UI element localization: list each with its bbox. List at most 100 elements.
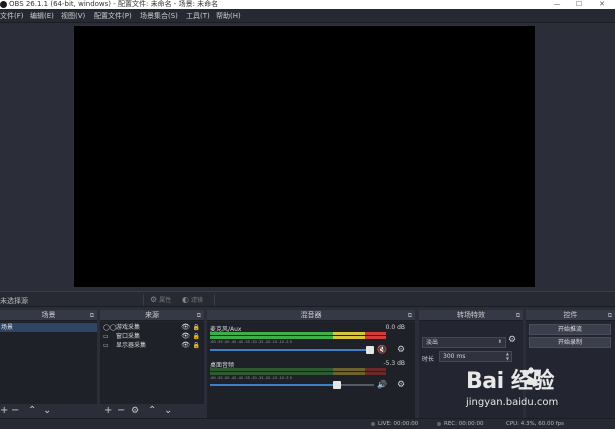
source-item-display-capture[interactable]: ▭ 显示器采集 👁 🔒 [100, 341, 204, 350]
lock-icon[interactable]: 🔒 [193, 332, 200, 341]
visibility-eye-icon[interactable]: 👁 [181, 341, 190, 350]
context-separator [143, 294, 144, 306]
menu-view[interactable]: 视图(V) [61, 11, 85, 21]
title-bar: OBS 26.1.1 (64-bit, windows) - 配置文件: 未命名… [0, 0, 615, 9]
dropdown-arrow-icon: ⬍ [497, 339, 502, 345]
sources-list: ◯◯ 游戏采集 👁 🔒 ▭ 窗口采集 👁 🔒 ▭ 显示器采集 👁 🔒 [100, 322, 204, 404]
menu-scene-collection[interactable]: 场景集合(S) [140, 11, 178, 21]
transition-select[interactable]: 淡出 ⬍ [422, 337, 506, 348]
move-source-up-button[interactable]: ⌃ [148, 405, 156, 417]
game-capture-icon: ◯◯ [103, 324, 117, 331]
gear-icon: ⚙ [150, 295, 158, 304]
mixer-title: 混音器 [300, 311, 322, 319]
add-scene-button[interactable]: + [0, 405, 8, 417]
context-separator [214, 294, 215, 306]
menu-file[interactable]: 文件(F) [0, 11, 24, 21]
source-label: 显示器采集 [116, 342, 147, 349]
rec-indicator-icon [437, 422, 441, 426]
transitions-dock-header: 转场特效 ⧉ [419, 310, 523, 321]
volume-slider[interactable] [210, 381, 374, 389]
audio-level-meter [210, 332, 386, 335]
scenes-dock: 场景 ⧉ 场景 + − ⌃ ⌄ [0, 310, 97, 418]
filters-button[interactable]: ◐ 滤镜 [182, 295, 203, 304]
mixer-channel-db: 0.0 dB [385, 324, 405, 331]
controls-title: 控件 [563, 311, 578, 319]
source-item-window-capture[interactable]: ▭ 窗口采集 👁 🔒 [100, 332, 204, 341]
start-streaming-button[interactable]: 开始推流 [529, 324, 611, 335]
rec-time: REC: 00:00:00 [444, 421, 484, 427]
volume-slider-knob[interactable] [366, 346, 374, 354]
source-item-game-capture[interactable]: ◯◯ 游戏采集 👁 🔒 [100, 323, 204, 332]
mixer-channel-db: -5.3 dB [383, 360, 405, 367]
speaker-icon[interactable]: 🔊 [377, 381, 387, 389]
meter-scale: -60 -55 -50 -45 -40 -35 -30 -25 -20 -15 … [210, 376, 292, 380]
menu-bar: 文件(F) 编辑(E) 视图(V) 配置文件(P) 场景集合(S) 工具(T) … [0, 9, 615, 23]
undock-icon[interactable]: ⧉ [608, 310, 612, 321]
audio-level-fill [210, 336, 386, 339]
move-scene-up-button[interactable]: ⌃ [28, 405, 36, 417]
mixer-dock-header: 混音器 ⧉ [207, 310, 415, 321]
menu-tools[interactable]: 工具(T) [186, 11, 210, 21]
sources-title: 来源 [145, 311, 159, 319]
properties-button[interactable]: ⚙ 属性 [150, 295, 171, 304]
undock-icon[interactable]: ⧉ [516, 310, 520, 321]
lock-icon[interactable]: 🔒 [193, 323, 200, 332]
close-button[interactable]: ✕ [591, 0, 613, 9]
source-label: 游戏采集 [116, 324, 141, 331]
volume-fill [210, 384, 342, 386]
channel-settings-gear-icon[interactable]: ⚙ [397, 381, 405, 390]
context-bar: 未选择源 ⚙ 属性 ◐ 滤镜 [0, 291, 615, 307]
volume-fill [210, 349, 374, 351]
remove-source-button[interactable]: − [117, 405, 125, 417]
duration-spinbox[interactable]: 300 ms ▲ ▼ [439, 351, 512, 362]
transition-settings-gear-icon[interactable]: ⚙ [508, 336, 516, 345]
baidu-paw-icon [522, 367, 540, 385]
scenes-dock-header: 场景 ⧉ [0, 310, 97, 321]
start-recording-button[interactable]: 开始录制 [529, 337, 611, 348]
scene-item[interactable]: 场景 [0, 323, 97, 332]
filters-label: 滤镜 [190, 297, 203, 304]
obs-logo-icon [0, 1, 7, 8]
duration-value: 300 ms [443, 353, 466, 360]
volume-slider-knob[interactable] [333, 381, 342, 389]
source-label: 窗口采集 [116, 333, 141, 340]
lock-icon[interactable]: 🔒 [193, 341, 200, 350]
remove-scene-button[interactable]: − [11, 405, 19, 417]
muted-speaker-icon[interactable]: 🔇 [377, 346, 387, 354]
channel-settings-gear-icon[interactable]: ⚙ [397, 346, 405, 355]
scenes-list: 场景 [0, 322, 97, 404]
undock-icon[interactable]: ⧉ [197, 310, 201, 321]
duration-label: 时长 [422, 356, 435, 363]
scenes-toolbar: + − ⌃ ⌄ [0, 404, 97, 418]
volume-slider[interactable] [210, 346, 374, 354]
undock-icon[interactable]: ⧉ [408, 310, 412, 321]
meter-scale: -60 -55 -50 -45 -40 -35 -30 -25 -20 -15 … [210, 340, 292, 344]
window-capture-icon: ▭ [103, 333, 109, 340]
source-properties-gear-icon[interactable]: ⚙ [131, 405, 139, 417]
filter-icon: ◐ [182, 295, 189, 304]
sources-toolbar: + − ⚙ ⌃ ⌄ [100, 404, 204, 418]
transition-selected-value: 淡出 [426, 339, 439, 346]
display-capture-icon: ▭ [103, 342, 109, 349]
visibility-eye-icon[interactable]: 👁 [181, 323, 190, 332]
transitions-title: 转场特效 [457, 311, 485, 319]
menu-help[interactable]: 帮助(H) [216, 11, 241, 21]
menu-profile[interactable]: 配置文件(P) [94, 11, 132, 21]
spinbox-arrows-icon[interactable]: ▲ ▼ [506, 351, 509, 361]
visibility-eye-icon[interactable]: 👁 [181, 332, 190, 341]
live-time: LIVE: 00:00:00 [378, 421, 419, 427]
no-source-selected-label: 未选择源 [0, 297, 28, 305]
move-source-down-button[interactable]: ⌄ [164, 405, 172, 417]
undock-icon[interactable]: ⧉ [90, 310, 94, 321]
audio-level-fill [210, 332, 386, 335]
move-scene-down-button[interactable]: ⌄ [43, 405, 51, 417]
sources-dock-header: 来源 ⧉ [100, 310, 204, 321]
preview-canvas[interactable] [74, 26, 535, 287]
menu-edit[interactable]: 编辑(E) [30, 11, 54, 21]
maximize-button[interactable]: ☐ [568, 0, 590, 9]
minimize-button[interactable]: — [546, 0, 568, 9]
mixer-channels: 麦克风/Aux 0.0 dB -60 -55 -50 -45 -40 -35 -… [207, 322, 415, 418]
audio-level-meter [210, 336, 386, 339]
add-source-button[interactable]: + [104, 405, 112, 417]
controls-dock-header: 控件 ⧉ [526, 310, 615, 321]
